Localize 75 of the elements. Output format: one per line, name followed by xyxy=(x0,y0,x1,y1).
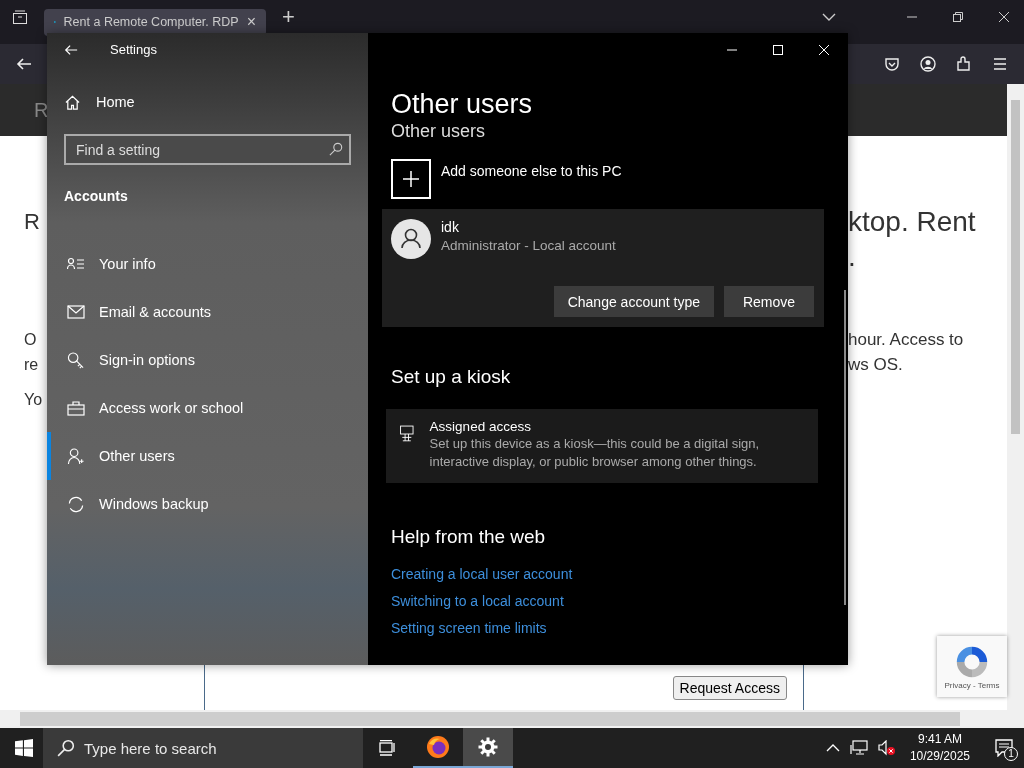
home-nav-item[interactable]: Home xyxy=(47,89,368,115)
window-title: Settings xyxy=(110,42,157,57)
section-heading: Accounts xyxy=(63,188,129,204)
recaptcha-badge[interactable]: Privacy - Terms xyxy=(937,636,1007,697)
card-title: Assigned access xyxy=(429,419,532,434)
task-view-icon xyxy=(379,740,397,756)
page-text: hour. Access to xyxy=(848,329,965,351)
page-text: ktop. Rent xyxy=(848,205,977,239)
vertical-scrollbar[interactable] xyxy=(1007,84,1024,710)
new-tab-button[interactable]: + xyxy=(282,4,295,30)
key-icon xyxy=(67,351,85,369)
nav-item[interactable]: Access work or school xyxy=(47,384,368,432)
chevron-down-icon[interactable] xyxy=(822,13,836,21)
site-title: R xyxy=(34,98,49,122)
pocket-icon[interactable] xyxy=(884,56,900,72)
browser-tab[interactable]: Rent a Remote Computer. RDP × xyxy=(44,8,266,36)
help-link[interactable]: Setting screen time limits xyxy=(391,615,547,642)
page-text: O xyxy=(24,330,38,350)
nav-item[interactable]: Windows backup xyxy=(47,480,368,528)
section-heading: Set up a kiosk xyxy=(391,365,511,389)
menu-icon[interactable] xyxy=(992,56,1008,72)
plus-icon xyxy=(391,159,431,199)
assigned-access-card[interactable]: Assigned access Set up this device as a kiosk—this could be a digital sign, interactive display, or public browser among other things. xyxy=(386,409,818,483)
help-link[interactable]: Switching to a local account xyxy=(391,588,564,615)
back-icon[interactable] xyxy=(64,42,78,57)
nav-item[interactable]: Your info xyxy=(47,240,368,288)
user-name: idk xyxy=(441,219,460,235)
page-text: Yo xyxy=(24,390,44,410)
muted-speaker-icon[interactable] xyxy=(877,740,896,756)
message-icon xyxy=(995,739,1013,757)
tab-list-icon[interactable] xyxy=(12,9,28,25)
taskbar-search-field[interactable]: Type here to search xyxy=(43,728,363,768)
windows-start-icon[interactable] xyxy=(15,739,33,757)
chevron-up-icon[interactable] xyxy=(825,744,840,752)
account-action-button[interactable]: Remove xyxy=(724,286,814,317)
recaptcha-links[interactable]: Privacy - Terms xyxy=(944,681,1000,690)
sync-icon xyxy=(67,495,85,513)
person-add-icon xyxy=(67,447,85,465)
back-icon[interactable] xyxy=(16,56,32,72)
network-icon[interactable] xyxy=(849,740,868,756)
user-card[interactable]: idk Administrator - Local account Change account type Remove xyxy=(382,209,824,327)
page-text: ws OS. xyxy=(848,354,904,376)
help-link[interactable]: Creating a local user account xyxy=(391,561,573,588)
page-text: . xyxy=(848,240,857,274)
page-title: Other users xyxy=(391,88,533,121)
maximize-icon[interactable] xyxy=(772,43,784,56)
scrollbar-thumb[interactable] xyxy=(844,290,846,605)
restore-icon[interactable] xyxy=(952,11,964,23)
close-icon[interactable] xyxy=(998,11,1010,23)
search-icon xyxy=(329,142,343,156)
clock-date[interactable]: 10/29/2025 xyxy=(909,748,970,765)
close-tab-button[interactable]: × xyxy=(246,13,256,31)
settings-taskbar-button[interactable] xyxy=(463,728,513,768)
request-access-button[interactable]: Request Access xyxy=(672,675,787,700)
account-action-button[interactable]: Change account type xyxy=(553,286,714,317)
page-text: R xyxy=(24,208,41,236)
page-text: re xyxy=(24,355,40,375)
nav-item[interactable]: Email & accounts xyxy=(47,288,368,336)
briefcase-icon xyxy=(67,400,85,416)
envelope-icon xyxy=(67,305,85,319)
contact-card-icon xyxy=(67,257,85,271)
horizontal-scrollbar[interactable] xyxy=(0,710,1024,728)
user-role: Administrator - Local account xyxy=(441,238,616,253)
section-heading: Help from the web xyxy=(391,525,546,549)
notification-count: 1 xyxy=(1004,747,1018,761)
clock-time[interactable]: 9:41 AM xyxy=(917,731,962,748)
find-setting-field[interactable]: Find a setting xyxy=(64,134,351,165)
nav-item[interactable]: Sign-in options xyxy=(47,336,368,384)
section-heading: Other users xyxy=(391,121,486,141)
avatar-icon xyxy=(391,219,431,259)
gear-icon xyxy=(478,737,498,757)
card-description: Set up this device as a kiosk—this could be a digital sign, interactive display, or public browser among other things. xyxy=(429,435,761,471)
home-icon xyxy=(65,94,80,110)
add-user-button[interactable]: Add someone else to this PC xyxy=(391,159,622,199)
account-icon[interactable] xyxy=(920,56,936,72)
